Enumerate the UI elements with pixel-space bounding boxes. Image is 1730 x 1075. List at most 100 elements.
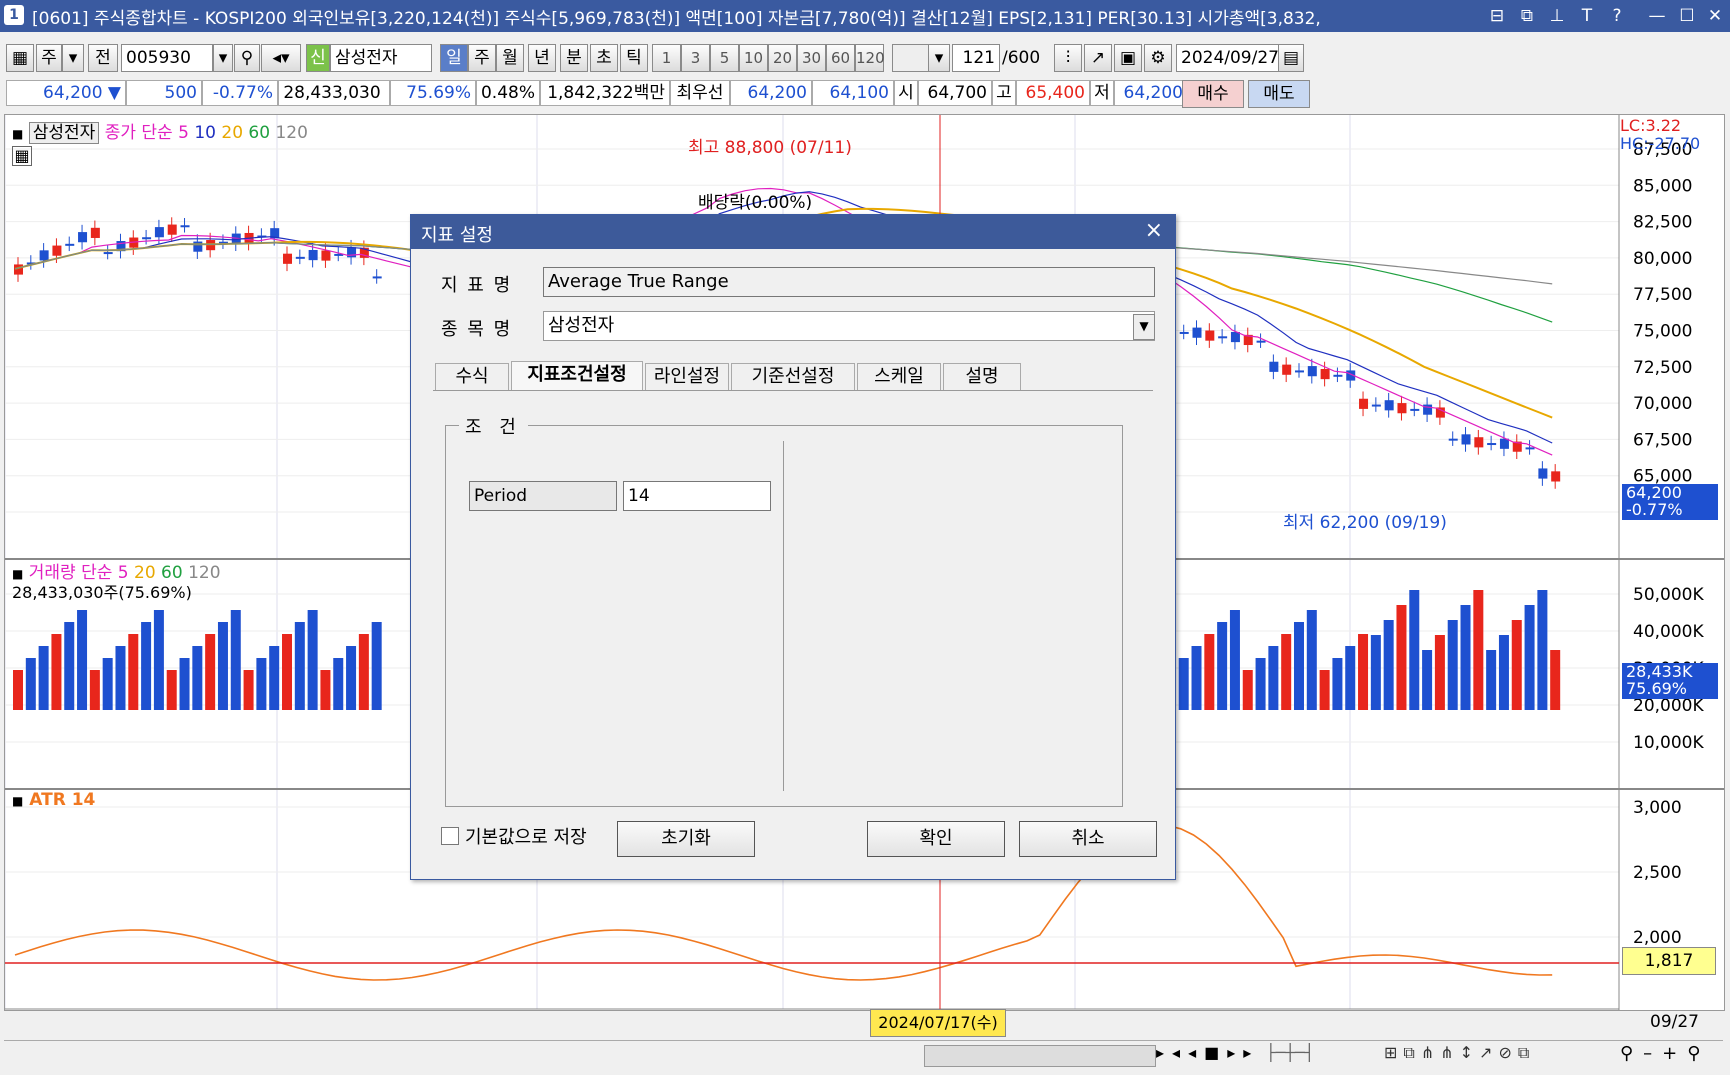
interval-10-button[interactable]: 10 [739,44,768,72]
period-3-button[interactable]: 년 [528,44,556,72]
save-icon[interactable]: ▣ [1114,44,1142,72]
candle-body [1487,443,1497,446]
down-arrow-icon: ▼ [107,83,121,103]
chart-tools-icons[interactable]: ⊞⧉⋔⋔↕↗⊘⧉ [1384,1043,1535,1063]
code-dropdown-icon[interactable]: ▾ [213,44,233,72]
zoom-slider-icon[interactable]: ├─┼─┤ [1266,1043,1314,1062]
reset-button[interactable]: 초기화 [617,821,755,857]
interval-30-button[interactable]: 30 [797,44,826,72]
interval-3-button[interactable]: 3 [681,44,710,72]
interval-1-button[interactable]: 1 [652,44,681,72]
stock-name-select[interactable]: 삼성전자 [543,311,1155,341]
zoom-tools-icons[interactable]: ⚲–+⚲ [1620,1043,1710,1064]
candle-body [1320,368,1330,380]
period-2-button[interactable]: 월 [496,44,524,72]
price-change-pct: -0.77% [202,80,278,106]
tab-0[interactable]: 수식 [435,363,509,391]
period-5-button[interactable]: 초 [590,44,618,72]
tab-1[interactable]: 지표조건설정 [511,361,643,391]
interval-5-button[interactable]: 5 [710,44,739,72]
interval-120-button[interactable]: 120 [855,44,885,72]
save-default-checkbox[interactable] [441,827,459,845]
scroll-controls[interactable]: ▸◂◂■▸▸ [1156,1043,1259,1062]
interval-60-button[interactable]: 60 [826,44,855,72]
lc-label: LC:3.22 [1620,116,1682,135]
volume-bar [1204,634,1215,710]
candle-body [1448,438,1458,441]
tab-5[interactable]: 설명 [943,363,1021,391]
draw-tool-icon[interactable]: ↗ [1084,44,1112,72]
period-4-button[interactable]: 분 [560,44,588,72]
condition-group-label: 조 건 [459,413,528,439]
dialog-title: 지표 설정 [421,225,493,246]
pin-icon[interactable]: ⊥ [1544,4,1570,28]
tab-4[interactable]: 스케일 [857,363,941,391]
horizontal-scrollbar[interactable] [924,1045,1156,1067]
candle-body [1423,404,1433,415]
volume-tick-label: 50,000K [1633,585,1704,605]
speaker-icon[interactable]: ◂▾ [261,44,301,72]
period-0-button[interactable]: 일 [440,44,468,72]
close-icon[interactable]: × [1145,218,1163,243]
table-view-icon[interactable]: ▦ [12,146,32,166]
help-icon[interactable]: ? [1604,4,1630,28]
market-select[interactable]: 주 [36,44,62,72]
ok-button[interactable]: 확인 [867,821,1005,857]
prev-button[interactable]: 전 [88,44,118,72]
volume-bar [333,658,344,710]
period-1-button[interactable]: 주 [468,44,496,72]
end-date-label: 09/27 [1650,1012,1699,1032]
candle-body [103,252,113,255]
volume-bar [243,670,254,710]
candle-body [1333,374,1343,377]
high-price: 65,400 [1016,80,1090,106]
best-ask: 64,200 [730,80,812,106]
chevron-down-icon[interactable]: ▼ [1133,314,1155,340]
tab-3[interactable]: 기준선설정 [731,363,855,391]
volume-bar [269,646,280,710]
candle-body [52,245,62,256]
volume-bar [371,622,382,710]
buy-button[interactable]: 매수 [1182,80,1244,108]
maximize-icon[interactable]: ☐ [1674,4,1700,28]
candle-body [1474,437,1484,448]
calendar-icon[interactable]: ▤ [1278,44,1304,72]
minimize-icon[interactable]: — [1644,4,1670,28]
interval-20-button[interactable]: 20 [768,44,797,72]
text-icon[interactable]: T [1574,4,1600,28]
candle-body [295,256,305,259]
close-window-icon[interactable]: ✕ [1702,4,1728,28]
candle-body [154,227,164,238]
chart-menu-icon[interactable]: ▦ [6,44,34,72]
search-icon[interactable]: ⚲ [234,44,260,72]
volume-bar [1255,658,1266,710]
volume-bar [141,622,152,710]
market-dropdown-icon[interactable]: ▾ [62,44,84,72]
price-tick-label: 77,500 [1633,285,1692,305]
legend-stock-name[interactable]: 삼성전자 [28,122,100,144]
cancel-button[interactable]: 취소 [1019,821,1157,857]
tab-2[interactable]: 라인설정 [645,363,729,391]
settings-gear-icon[interactable]: ⚙ [1144,44,1172,72]
volume-bar [179,658,190,710]
candle-body [1410,408,1420,411]
candle-type-icon[interactable]: ⫶ [1054,44,1082,72]
data-count-input[interactable]: 121 [952,44,1000,72]
layout-icon[interactable]: ⊟ [1484,4,1510,28]
restore-window-icon[interactable]: ⧉ [1514,4,1540,28]
period-input[interactable]: 14 [623,481,771,511]
volume-bar [13,670,23,710]
period-6-button[interactable]: 틱 [620,44,648,72]
stock-code-input[interactable]: 005930 [121,44,213,72]
candle-body [1384,400,1394,411]
interval-dropdown-icon[interactable]: ▾ [928,44,950,72]
volume-bar [1434,635,1445,710]
dialog-title-bar[interactable]: 지표 설정 × [411,215,1175,249]
period-label: Period [469,481,617,511]
volume-bar [192,646,203,710]
low-note: 최저 62,200 (09/19) [1283,513,1447,533]
sell-button[interactable]: 매도 [1248,80,1310,108]
trade-amount: 1,842,322백만 [540,80,670,106]
cursor-date-box: 2024/07/17(수) [870,1009,1006,1037]
volume-bar [1473,590,1484,710]
